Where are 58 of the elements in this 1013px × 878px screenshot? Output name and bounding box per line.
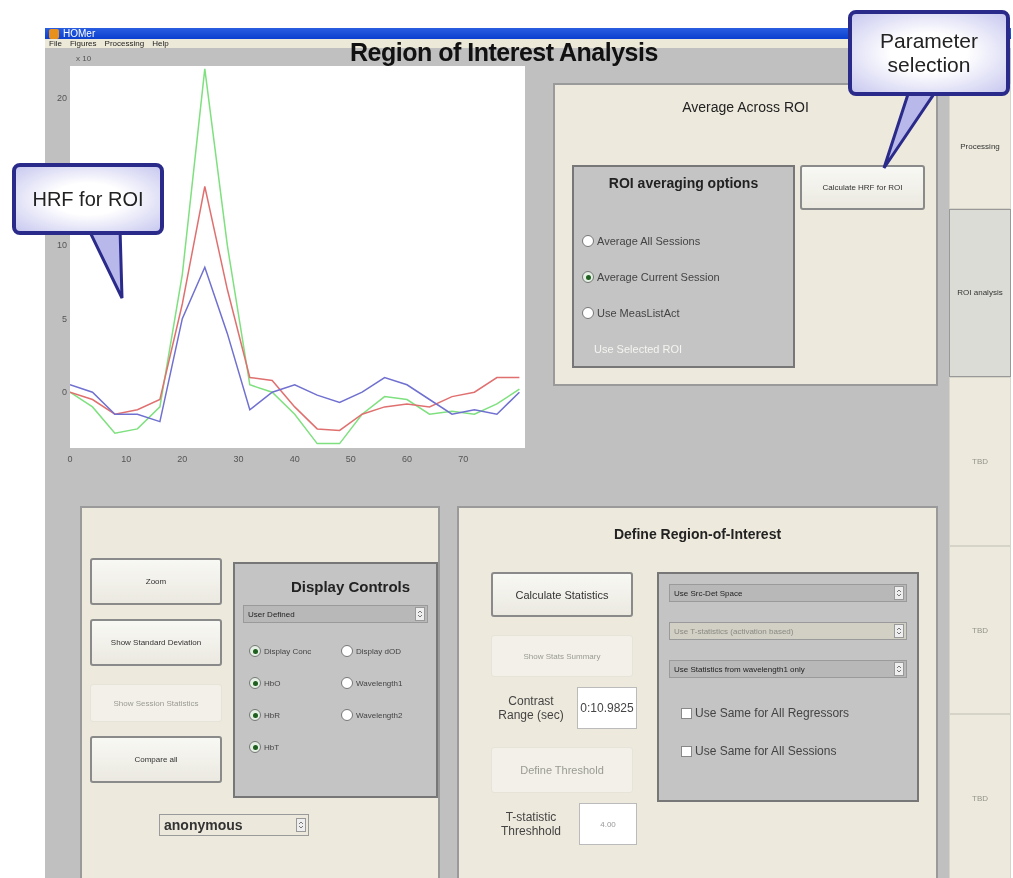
menu-item[interactable]: File xyxy=(49,39,62,48)
panel-title: Display Controls xyxy=(289,578,412,595)
callout: Parameter selection xyxy=(848,10,1010,96)
y-tick-label: 10 xyxy=(57,240,67,251)
radio-option[interactable]: Average All Sessions xyxy=(582,235,785,247)
menu-item[interactable]: Processing xyxy=(104,39,145,48)
x-tick-label: 70 xyxy=(458,454,469,464)
threshold-field[interactable]: 4.00 xyxy=(579,803,637,845)
radio-option[interactable]: Wavelength1 xyxy=(341,677,428,689)
radio-option[interactable]: HbT xyxy=(249,741,341,753)
calculate-hrf-button[interactable]: Calculate HRF for ROI xyxy=(800,165,925,210)
dropdown-arrow-icon xyxy=(296,818,306,832)
display-mode-dropdown[interactable]: User Defined xyxy=(243,605,428,623)
radio-option[interactable]: Display Conc xyxy=(249,645,341,657)
roi-option-dropdown[interactable]: Use Src-Det Space xyxy=(669,584,907,602)
x-tick-label: 50 xyxy=(345,454,356,464)
radio-option[interactable]: Average Current Session xyxy=(582,271,785,283)
menu-item[interactable]: Help xyxy=(152,39,169,48)
radio-option[interactable]: HbO xyxy=(249,677,341,689)
calculate-statistics-button[interactable]: Calculate Statistics xyxy=(491,572,633,617)
x-tick-label: 60 xyxy=(402,454,413,464)
x-tick-label: 30 xyxy=(233,454,244,464)
display-button[interactable]: Compare all xyxy=(90,736,222,783)
subject-dropdown[interactable]: anonymous xyxy=(159,814,309,836)
contrast-range-field[interactable]: 0:10.9825 xyxy=(577,687,637,729)
radio-option[interactable]: Display dOD xyxy=(341,645,428,657)
callout: HRF for ROI xyxy=(12,163,164,235)
x-tick-label: 0 xyxy=(67,454,73,464)
y-tick-label: 5 xyxy=(62,313,67,324)
side-tab[interactable]: Processing xyxy=(949,84,1011,209)
display-button[interactable]: Show Standard Deviation xyxy=(90,619,222,666)
app-icon xyxy=(49,28,59,39)
window-title: HOMer xyxy=(63,28,96,39)
x-tick-label: 40 xyxy=(289,454,300,464)
display-button[interactable]: Zoom xyxy=(90,558,222,605)
page-title: Region of Interest Analysis xyxy=(350,38,658,67)
contrast-range-label: Contrast Range (sec) xyxy=(497,693,565,723)
x-tick-label: 20 xyxy=(177,454,188,464)
checkbox-option[interactable]: Use Same for All Regressors xyxy=(681,706,907,720)
roi-option-dropdown[interactable]: Use Statistics from wavelength1 only xyxy=(669,660,907,678)
dropdown-arrow-icon xyxy=(415,607,425,621)
threshold-label: T-statistic Threshhold xyxy=(499,809,562,839)
radio-option[interactable]: Use MeasListAct xyxy=(582,307,785,319)
dropdown-arrow-icon xyxy=(894,662,904,676)
axis-exponent: x 10 xyxy=(76,54,92,63)
panel-title: Define Region-of-Interest xyxy=(613,526,782,542)
dropdown-arrow-icon xyxy=(894,624,904,638)
radio-option[interactable]: HbR xyxy=(249,709,341,721)
menu-item[interactable]: Figures xyxy=(69,39,97,48)
panel-title: ROI averaging options xyxy=(607,175,760,191)
dropdown-arrow-icon xyxy=(894,586,904,600)
y-tick-label: 20 xyxy=(57,93,67,104)
side-tab[interactable]: ROI analysis xyxy=(949,208,1011,378)
panel-title: Average Across ROI xyxy=(682,99,809,115)
radio-option[interactable]: Wavelength2 xyxy=(341,709,428,721)
checkbox-option[interactable]: Use Same for All Sessions xyxy=(681,744,907,758)
x-tick-label: 10 xyxy=(121,454,132,464)
y-tick-label: 0 xyxy=(62,387,67,398)
